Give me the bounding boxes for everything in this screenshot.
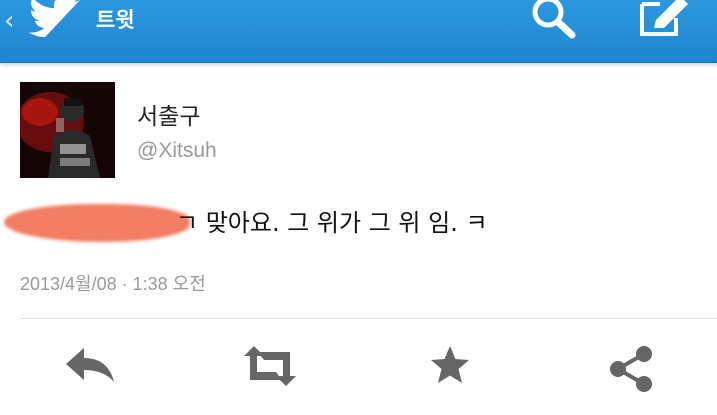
redaction-mark bbox=[4, 204, 190, 242]
author-handle[interactable]: @Xitsuh bbox=[137, 139, 217, 163]
top-app-bar: ‹ 트윗 bbox=[0, 0, 717, 63]
bird-icon[interactable] bbox=[24, 0, 86, 40]
avatar[interactable] bbox=[20, 82, 115, 178]
back-chevron-icon[interactable]: ‹ bbox=[4, 6, 14, 36]
favorite-icon[interactable] bbox=[428, 344, 472, 388]
compose-icon[interactable] bbox=[636, 0, 696, 40]
search-icon[interactable] bbox=[526, 0, 582, 40]
page-title: 트윗 bbox=[96, 8, 135, 32]
tweet-text: ㄱ 맞아요. 그 위가 그 위 임. ㅋ bbox=[176, 209, 488, 237]
divider bbox=[20, 318, 717, 319]
share-icon[interactable] bbox=[606, 344, 656, 394]
tweet-timestamp: 2013/4월/08 · 1:38 오전 bbox=[20, 274, 206, 294]
author-name[interactable]: 서출구 bbox=[137, 97, 200, 131]
retweet-icon[interactable] bbox=[240, 344, 300, 388]
reply-icon[interactable] bbox=[62, 344, 118, 388]
avatar-image bbox=[20, 82, 115, 178]
